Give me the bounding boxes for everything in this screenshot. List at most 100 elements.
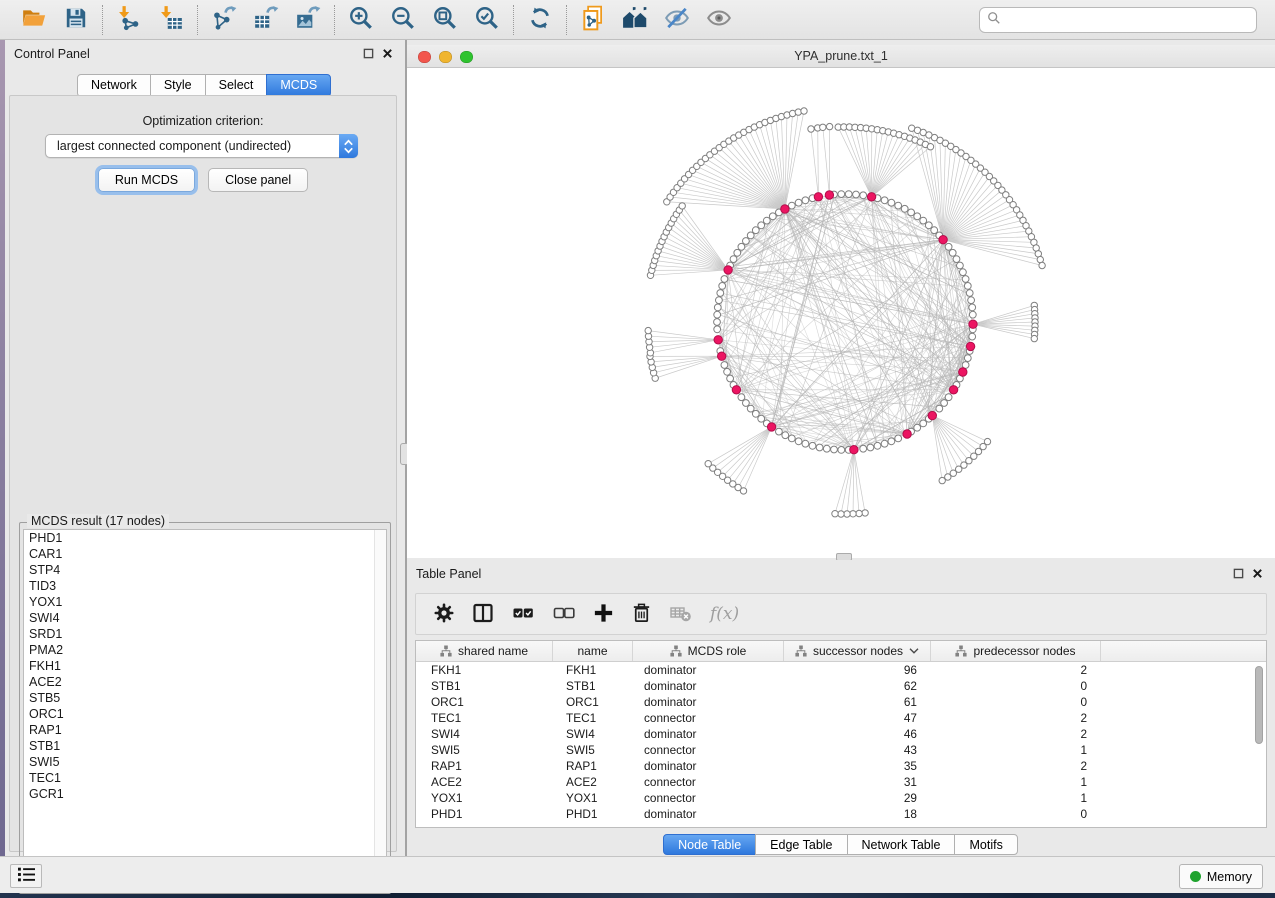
graph-satellite-node[interactable]	[862, 510, 868, 516]
tab-select[interactable]: Select	[205, 74, 268, 97]
network-view-canvas[interactable]	[407, 68, 1275, 558]
graph-satellite-node[interactable]	[844, 511, 850, 517]
mcds-result-item[interactable]: TID3	[24, 578, 386, 594]
cell-successor-nodes[interactable]: 47	[784, 711, 931, 725]
graph-hub-node[interactable]	[732, 386, 740, 394]
zoom-selected-region-button[interactable]	[473, 6, 501, 34]
graph-node[interactable]	[758, 415, 765, 422]
graph-node[interactable]	[747, 232, 754, 239]
graph-node[interactable]	[738, 394, 745, 401]
show-all-button[interactable]	[705, 6, 733, 34]
graph-node[interactable]	[962, 276, 969, 283]
graph-node[interactable]	[845, 191, 852, 198]
cell-MCDS-role[interactable]: dominator	[633, 759, 784, 773]
cell-MCDS-role[interactable]: connector	[633, 775, 784, 789]
cell-MCDS-role[interactable]: connector	[633, 743, 784, 757]
mcds-result-item[interactable]: STB1	[24, 738, 386, 754]
graph-node[interactable]	[908, 209, 915, 216]
graph-node[interactable]	[816, 444, 823, 451]
graph-node[interactable]	[776, 428, 783, 435]
cell-successor-nodes[interactable]: 31	[784, 775, 931, 789]
column-header-name[interactable]: name	[553, 641, 633, 661]
cell-shared-name[interactable]: SWI5	[416, 743, 553, 757]
cell-shared-name[interactable]: RAP1	[416, 759, 553, 773]
cell-successor-nodes[interactable]: 62	[784, 679, 931, 693]
float-panel-icon[interactable]	[363, 48, 374, 59]
graph-node[interactable]	[895, 435, 902, 442]
cell-predecessor-nodes[interactable]: 2	[931, 759, 1101, 773]
cell-successor-nodes[interactable]: 46	[784, 727, 931, 741]
cell-successor-nodes[interactable]: 35	[784, 759, 931, 773]
graph-node[interactable]	[743, 400, 750, 407]
zoom-in-button[interactable]	[347, 6, 375, 34]
graph-node[interactable]	[769, 213, 776, 220]
mcds-result-list[interactable]: PHD1CAR1STP4TID3YOX1SWI4SRD1PMA2FKH1ACE2…	[23, 529, 387, 890]
table-scrollbar[interactable]	[1254, 664, 1265, 826]
cell-MCDS-role[interactable]: dominator	[633, 727, 784, 741]
cell-shared-name[interactable]: FKH1	[416, 663, 553, 677]
graph-hub-node[interactable]	[969, 320, 977, 328]
graph-node[interactable]	[831, 446, 838, 453]
graph-satellite-node[interactable]	[1039, 262, 1045, 268]
graph-node[interactable]	[721, 276, 728, 283]
graph-node[interactable]	[914, 424, 921, 431]
graph-node[interactable]	[953, 256, 960, 263]
settings-gear-button[interactable]	[432, 601, 456, 628]
cell-predecessor-nodes[interactable]: 0	[931, 807, 1101, 821]
mcds-result-item[interactable]: YOX1	[24, 594, 386, 610]
graph-hub-node[interactable]	[814, 193, 822, 201]
graph-node[interactable]	[738, 243, 745, 250]
graph-node[interactable]	[895, 202, 902, 209]
search-box[interactable]	[979, 7, 1257, 33]
new-network-from-selection-button[interactable]	[579, 6, 607, 34]
graph-node[interactable]	[802, 440, 809, 447]
graph-node[interactable]	[968, 297, 975, 304]
graph-node[interactable]	[969, 333, 976, 340]
mcds-result-item[interactable]: ACE2	[24, 674, 386, 690]
graph-node[interactable]	[838, 191, 845, 198]
cell-name[interactable]: YOX1	[553, 791, 633, 805]
mcds-result-item[interactable]: SWI5	[24, 754, 386, 770]
graph-node[interactable]	[867, 444, 874, 451]
graph-node[interactable]	[802, 197, 809, 204]
status-list-button[interactable]	[10, 864, 42, 888]
zoom-out-button[interactable]	[389, 6, 417, 34]
mcds-result-item[interactable]: GCR1	[24, 786, 386, 802]
table-row[interactable]: YOX1YOX1connector291	[416, 790, 1266, 806]
cell-predecessor-nodes[interactable]: 1	[931, 775, 1101, 789]
optimization-criterion-select[interactable]: largest connected component (undirected)	[45, 134, 358, 158]
tab-style[interactable]: Style	[150, 74, 206, 97]
mcds-result-item[interactable]: TEC1	[24, 770, 386, 786]
graph-satellite-node[interactable]	[705, 461, 711, 467]
select-all-button[interactable]	[510, 601, 536, 628]
graph-hub-node[interactable]	[867, 193, 875, 201]
mcds-result-item[interactable]: PMA2	[24, 642, 386, 658]
graph-satellite-node[interactable]	[832, 511, 838, 517]
cell-successor-nodes[interactable]: 29	[784, 791, 931, 805]
graph-node[interactable]	[969, 304, 976, 311]
graph-node[interactable]	[901, 205, 908, 212]
tab-mcds[interactable]: MCDS	[266, 74, 331, 97]
memory-button[interactable]: Memory	[1179, 864, 1263, 889]
save-session-button[interactable]	[62, 6, 90, 34]
graph-hub-node[interactable]	[850, 446, 858, 454]
graph-hub-node[interactable]	[767, 423, 775, 431]
graph-node[interactable]	[874, 442, 881, 449]
graph-node[interactable]	[914, 213, 921, 220]
graph-hub-node[interactable]	[959, 368, 967, 376]
graph-satellite-node[interactable]	[1031, 335, 1037, 341]
graph-satellite-node[interactable]	[808, 126, 814, 132]
graph-hub-node[interactable]	[718, 352, 726, 360]
import-network-from-file-button[interactable]	[115, 6, 143, 34]
cell-successor-nodes[interactable]: 61	[784, 695, 931, 709]
column-header-shared-name[interactable]: shared name	[416, 641, 553, 661]
close-panel-icon[interactable]	[382, 48, 393, 59]
cell-predecessor-nodes[interactable]: 2	[931, 711, 1101, 725]
graph-hub-node[interactable]	[928, 411, 936, 419]
graph-node[interactable]	[743, 238, 750, 245]
mcds-result-item[interactable]: STP4	[24, 562, 386, 578]
import-table-from-file-button[interactable]	[157, 6, 185, 34]
column-header-MCDS-role[interactable]: MCDS role	[633, 641, 784, 661]
graph-node[interactable]	[730, 256, 737, 263]
delete-row-button[interactable]	[630, 601, 653, 628]
